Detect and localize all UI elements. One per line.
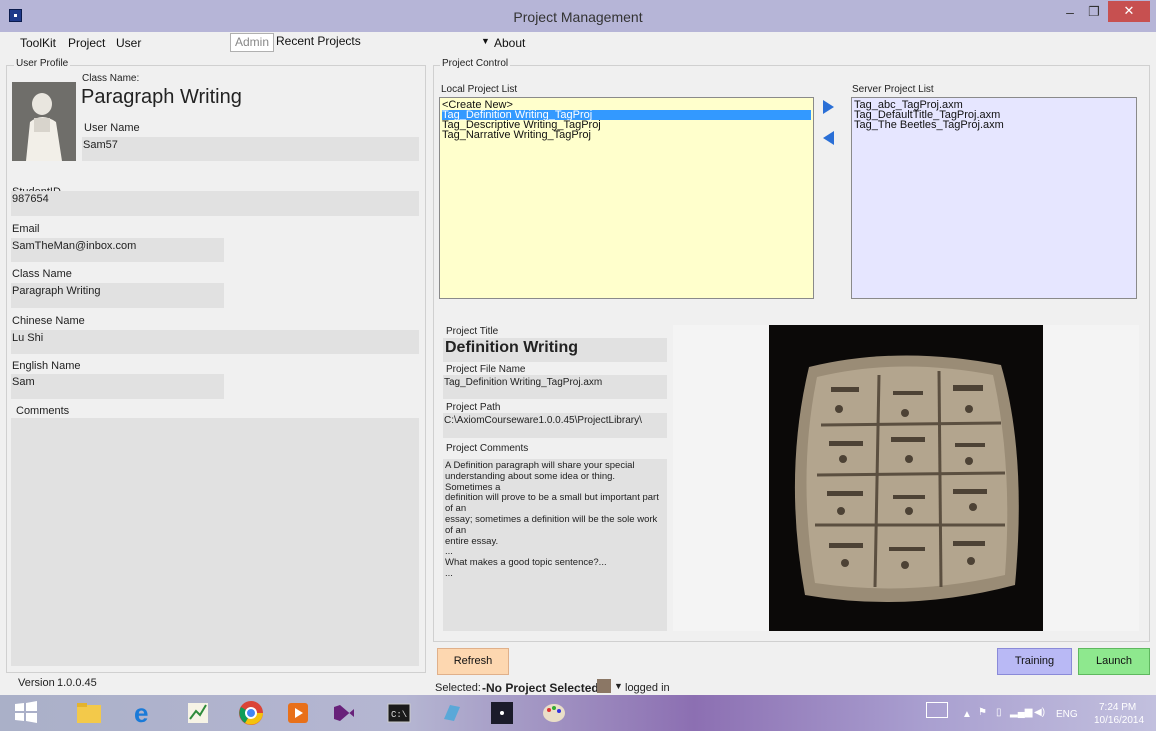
chrome-icon[interactable] bbox=[237, 699, 269, 729]
notebook-app-icon[interactable] bbox=[438, 699, 470, 729]
project-control-legend: Project Control bbox=[440, 58, 511, 69]
app-chart-icon[interactable] bbox=[184, 699, 216, 729]
volume-icon[interactable]: ◀) bbox=[1034, 707, 1045, 718]
title-bar: Project Management bbox=[0, 0, 1156, 32]
project-image bbox=[769, 325, 1043, 631]
upload-arrow-icon[interactable] bbox=[823, 100, 834, 114]
admin-field[interactable]: Admin bbox=[230, 33, 274, 52]
signal-icon[interactable]: ▂▄▆ bbox=[1010, 707, 1032, 718]
user-name-field[interactable]: Sam57 bbox=[82, 137, 419, 161]
project-path-label: Project Path bbox=[446, 402, 501, 413]
version-value: 1.0.0.45 bbox=[57, 677, 97, 689]
chevron-down-icon[interactable]: ▼ bbox=[614, 681, 623, 691]
download-arrow-icon[interactable] bbox=[823, 131, 834, 145]
minimize-button[interactable]: – bbox=[1060, 4, 1080, 22]
project-comments-label: Project Comments bbox=[446, 443, 529, 454]
recent-projects-dropdown[interactable]: Recent Projects ▼ bbox=[276, 33, 516, 52]
keyboard-icon[interactable] bbox=[926, 702, 948, 718]
launch-button[interactable]: Launch bbox=[1078, 648, 1150, 675]
comment-line: understanding about some idea or thing. … bbox=[445, 470, 616, 493]
comment-line: What makes a good topic sentence?... bbox=[445, 557, 607, 569]
command-prompt-icon[interactable]: C:\ bbox=[385, 699, 417, 729]
email-label: Email bbox=[12, 223, 40, 235]
project-file-label: Project File Name bbox=[446, 364, 526, 375]
class-name-caption: Class Name: bbox=[82, 73, 140, 84]
project-title-field[interactable]: Definition Writing bbox=[443, 338, 667, 362]
list-item[interactable]: Tag_The Beetles_TagProj.axm bbox=[854, 120, 1134, 131]
student-id-value: 987654 bbox=[12, 193, 49, 205]
flag-icon[interactable]: ⚑ bbox=[978, 707, 987, 718]
student-id-field[interactable]: 987654 bbox=[11, 191, 419, 216]
comments-label: Comments bbox=[16, 405, 70, 417]
server-project-list[interactable]: Tag_abc_TagProj.axm Tag_DefaultTitle_Tag… bbox=[851, 97, 1137, 299]
menu-toolkit[interactable]: ToolKit bbox=[20, 36, 56, 50]
user-name-label: User Name bbox=[84, 122, 140, 134]
maximize-button[interactable]: ❐ bbox=[1084, 4, 1104, 22]
language-indicator[interactable]: ENG bbox=[1056, 709, 1078, 720]
english-name-field[interactable]: Sam bbox=[11, 374, 224, 399]
class-name-heading: Paragraph Writing bbox=[81, 86, 242, 108]
menu-project[interactable]: Project bbox=[68, 36, 105, 50]
selected-label: Selected: bbox=[435, 682, 481, 694]
menu-user[interactable]: User bbox=[116, 36, 141, 50]
server-list-label: Server Project List bbox=[852, 84, 934, 95]
project-file-field[interactable]: Tag_Definition Writing_TagProj.axm bbox=[443, 375, 667, 399]
selected-value: -No Project Selected- bbox=[482, 681, 603, 695]
chevron-down-icon: ▼ bbox=[481, 36, 490, 46]
chinese-name-label: Chinese Name bbox=[12, 315, 85, 327]
version-label: Version bbox=[18, 677, 55, 689]
list-item[interactable]: Tag_Narrative Writing_TagProj bbox=[442, 130, 811, 141]
comment-line: definition will prove to be a small but … bbox=[445, 492, 659, 515]
window-title: Project Management bbox=[513, 9, 643, 25]
user-avatar-icon[interactable] bbox=[597, 679, 611, 693]
project-path-field[interactable]: C:\AxiomCourseware1.0.0.45\ProjectLibrar… bbox=[443, 413, 667, 438]
clock-date[interactable]: 10/16/2014 bbox=[1094, 715, 1144, 726]
chinese-name-field[interactable]: Lu Shi bbox=[11, 330, 419, 354]
comment-line: essay; sometimes a definition will be th… bbox=[445, 513, 658, 536]
svg-text:C:\: C:\ bbox=[391, 710, 407, 720]
comment-line: ... bbox=[445, 567, 453, 579]
local-project-list[interactable]: <Create New> Tag_Definition Writing_TagP… bbox=[439, 97, 814, 299]
class-name-field[interactable]: Paragraph Writing bbox=[11, 283, 224, 308]
battery-icon[interactable]: ▯ bbox=[996, 707, 1002, 718]
comment-line: entire essay. bbox=[445, 535, 499, 547]
tray-chevron-up-icon[interactable]: ▲ bbox=[962, 709, 972, 720]
paint-icon[interactable] bbox=[540, 699, 572, 729]
file-explorer-icon[interactable] bbox=[75, 699, 107, 729]
clock-time[interactable]: 7:24 PM bbox=[1099, 702, 1136, 713]
project-title-label: Project Title bbox=[446, 326, 499, 337]
menu-bar: ToolKit Project User About bbox=[0, 32, 1156, 54]
media-player-icon[interactable] bbox=[284, 699, 316, 729]
windows-start-icon[interactable] bbox=[14, 700, 46, 730]
email-field[interactable]: SamTheMan@inbox.com bbox=[11, 238, 224, 262]
avatar bbox=[12, 82, 76, 161]
training-button[interactable]: Training bbox=[997, 648, 1072, 675]
user-profile-legend: User Profile bbox=[14, 58, 71, 69]
internet-explorer-icon[interactable]: e bbox=[130, 698, 162, 729]
project-comments-field[interactable]: A Definition paragraph will share your s… bbox=[443, 459, 667, 631]
class-name-label: Class Name bbox=[12, 268, 72, 280]
visual-studio-icon[interactable] bbox=[330, 699, 362, 729]
local-list-label: Local Project List bbox=[441, 84, 518, 95]
refresh-button[interactable]: Refresh bbox=[437, 648, 509, 675]
app-icon bbox=[9, 9, 22, 22]
login-status: logged in bbox=[625, 682, 670, 694]
english-name-label: English Name bbox=[12, 360, 81, 372]
project-management-app-icon[interactable] bbox=[488, 699, 520, 729]
comments-field[interactable] bbox=[11, 418, 419, 666]
svg-text:e: e bbox=[134, 699, 148, 727]
recent-projects-label: Recent Projects bbox=[276, 34, 361, 48]
close-button[interactable]: ✕ bbox=[1108, 1, 1150, 22]
